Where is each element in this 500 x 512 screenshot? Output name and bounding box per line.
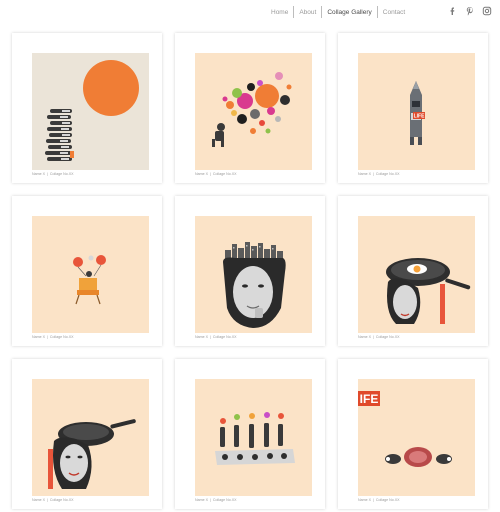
card-caption: Name X | Collage No.XX <box>32 498 74 502</box>
nav-divider <box>293 6 295 18</box>
svg-text:IFE: IFE <box>360 392 379 406</box>
sun-circle <box>83 60 139 116</box>
figures-and-meat <box>385 447 452 467</box>
woman-head <box>53 437 92 489</box>
gallery-card[interactable]: Name X | Collage No.XX <box>175 33 325 183</box>
card-caption: Name X | Collage No.XX <box>358 335 400 339</box>
card-caption: Name X | Collage No.XX <box>195 172 237 176</box>
collage-artwork <box>195 53 312 170</box>
card-caption: Name X | Collage No.XX <box>32 335 74 339</box>
gallery-card[interactable]: Name X | Collage No.XX <box>175 196 325 346</box>
gallery-card[interactable]: Name X | Collage No.XX <box>12 196 162 346</box>
confetti-circles <box>222 72 292 134</box>
thinker-figure <box>212 123 225 147</box>
collage-artwork: LIFE <box>358 53 475 170</box>
card-caption: Name X | Collage No.XX <box>358 172 400 176</box>
red-stripe <box>48 449 53 489</box>
gallery-card[interactable]: IFE Name X | Collage No.XX <box>338 359 488 509</box>
orange-chair <box>75 271 101 305</box>
card-caption: Name X | Collage No.XX <box>195 335 237 339</box>
main-nav: Home About Collage Gallery Contact <box>270 5 406 19</box>
collage-artwork: IFE <box>358 379 475 496</box>
card-caption: Name X | Collage No.XX <box>195 498 237 502</box>
card-caption: Name X | Collage No.XX <box>358 498 400 502</box>
gallery-card[interactable]: LIFE Name X | Collage No.XX <box>338 33 488 183</box>
collage-gallery-grid: Name X | Collage No.XX Name X | Collage … <box>12 33 488 509</box>
gallery-card[interactable]: Name X | Collage No.XX <box>338 196 488 346</box>
collage-artwork <box>32 379 149 496</box>
gallery-card[interactable]: Name X | Collage No.XX <box>175 359 325 509</box>
gallery-card[interactable]: Name X | Collage No.XX <box>12 33 162 183</box>
nav-item-contact[interactable]: Contact <box>382 9 406 16</box>
collage-artwork <box>32 216 149 333</box>
nav-divider <box>376 6 378 18</box>
gallery-card[interactable]: Name X | Collage No.XX <box>12 359 162 509</box>
collage-artwork <box>195 216 312 333</box>
collage-artwork <box>358 216 475 333</box>
facebook-icon[interactable] <box>448 6 458 16</box>
collage-artwork <box>195 379 312 496</box>
city-skyline <box>225 242 283 260</box>
nav-item-home[interactable]: Home <box>270 9 289 16</box>
social-links <box>448 6 492 16</box>
nav-item-about[interactable]: About <box>298 9 317 16</box>
lined-figures <box>220 423 283 448</box>
woman-face <box>223 257 286 328</box>
nav-item-collage-gallery[interactable]: Collage Gallery <box>326 9 372 16</box>
collage-artwork <box>32 53 149 170</box>
nav-divider <box>321 6 323 18</box>
instagram-icon[interactable] <box>482 6 492 16</box>
balloon-dots <box>220 412 284 424</box>
red-stripe <box>440 284 445 324</box>
pinterest-icon[interactable] <box>465 6 475 16</box>
card-caption: Name X | Collage No.XX <box>32 172 74 176</box>
svg-text:LIFE: LIFE <box>414 114 425 120</box>
